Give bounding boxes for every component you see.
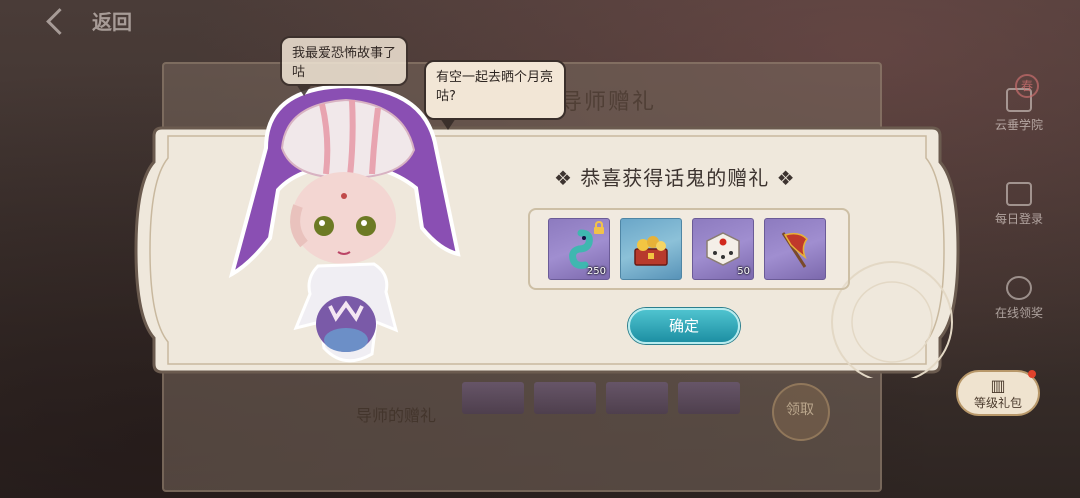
back-label: 返回 bbox=[92, 10, 132, 34]
item-quantity: 50 bbox=[737, 266, 750, 277]
sidebar-item-label: 在线领奖 bbox=[994, 306, 1043, 320]
reward-items-box: 250 50 bbox=[528, 208, 850, 290]
item-quantity: 250 bbox=[586, 266, 606, 277]
reward-item[interactable] bbox=[764, 218, 826, 280]
background-receive-label: 领取 bbox=[786, 402, 814, 418]
dice-icon bbox=[706, 232, 740, 266]
speech-bubble-faded: 我最爱恐怖故事了咕 bbox=[280, 36, 408, 96]
sidebar-item-label: 云垂学院 bbox=[994, 118, 1043, 132]
gift-icon: ▥ bbox=[990, 376, 1006, 395]
flag-icon bbox=[781, 232, 808, 268]
right-sidebar: 云垂学院 每日登录 在线领奖 bbox=[950, 0, 1080, 498]
back-button[interactable]: 返回 bbox=[46, 6, 132, 35]
background-item-thumb bbox=[534, 382, 596, 414]
dialog-title: ❖ 恭喜获得话鬼的赠礼 ❖ bbox=[554, 166, 796, 190]
reward-item[interactable]: 250 bbox=[548, 218, 610, 280]
background-item-row bbox=[462, 382, 740, 414]
reward-item[interactable]: 50 bbox=[692, 218, 754, 280]
background-item-thumb bbox=[606, 382, 668, 414]
sidebar-item-label: 每日登录 bbox=[994, 212, 1043, 226]
level-gift-label: 等级礼包 bbox=[973, 396, 1022, 410]
spring-seal-icon: 春 bbox=[1015, 74, 1039, 98]
character-illustration bbox=[228, 83, 461, 363]
lock-icon bbox=[594, 221, 604, 234]
background-receive-button: 领取 bbox=[772, 383, 830, 441]
notification-badge bbox=[1028, 370, 1036, 378]
speech-bubble: 有空一起去晒个月亮咕? bbox=[424, 60, 566, 130]
background-item-thumb bbox=[678, 382, 740, 414]
background-panel-subtitle: 导师的赠礼 bbox=[356, 406, 437, 425]
back-arrow-icon bbox=[46, 9, 80, 33]
background-panel-title: 导师赠礼 bbox=[560, 90, 657, 115]
shield-icon bbox=[1006, 182, 1032, 206]
sidebar-item-online-reward[interactable]: 在线领奖 bbox=[984, 276, 1054, 321]
background-item-thumb bbox=[462, 382, 524, 414]
reward-item[interactable] bbox=[620, 218, 682, 280]
sidebar-item-daily-login[interactable]: 每日登录 bbox=[984, 182, 1054, 227]
treasure-icon bbox=[634, 236, 668, 266]
online-reward-icon bbox=[1006, 276, 1032, 300]
level-gift-button[interactable]: ▥ 等级礼包 bbox=[956, 370, 1040, 416]
confirm-button[interactable]: 确定 bbox=[628, 308, 740, 344]
